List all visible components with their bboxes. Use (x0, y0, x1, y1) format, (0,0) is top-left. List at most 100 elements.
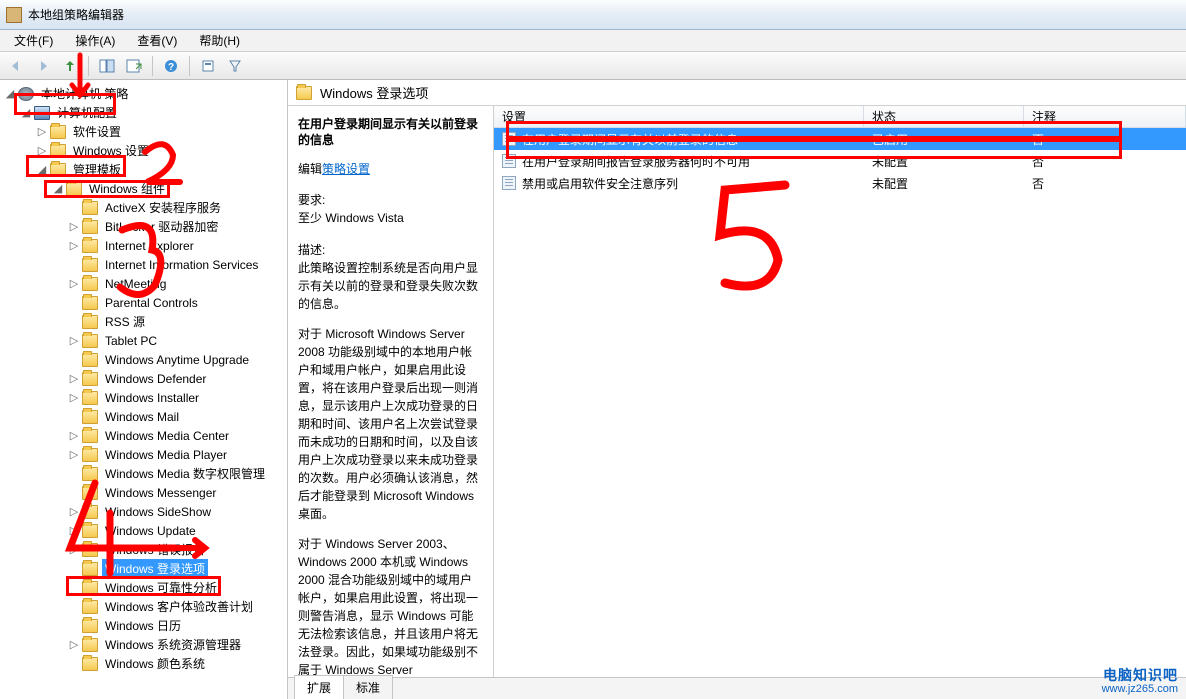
chevron-down-icon[interactable]: ◢ (20, 106, 32, 119)
tree-item[interactable]: ▷Tablet PC (2, 331, 285, 350)
chevron-right-icon[interactable]: ▷ (68, 277, 80, 290)
tree-item[interactable]: Windows Mail (2, 407, 285, 426)
watermark-line1: 电脑知识吧 (1102, 668, 1178, 683)
req-label: 要求: (298, 191, 483, 209)
tree-item[interactable]: Windows 日历 (2, 616, 285, 635)
policy-item-icon (502, 132, 516, 146)
tree-item[interactable]: ▷ Windows 设置 (2, 141, 285, 160)
forward-button[interactable] (31, 55, 55, 77)
cell-setting: 在用户登录期间报告登录服务器何时不可用 (494, 153, 864, 170)
tree-item[interactable]: Windows Messenger (2, 483, 285, 502)
tree-item[interactable]: ActiveX 安装程序服务 (2, 198, 285, 217)
folder-icon (82, 277, 98, 291)
list-row[interactable]: 禁用或启用软件安全注意序列未配置否 (494, 172, 1186, 194)
menu-help[interactable]: 帮助(H) (189, 30, 250, 51)
menu-view[interactable]: 查看(V) (127, 30, 187, 51)
description: 描述: 此策略设置控制系统是否向用户显示有关以前的登录和登录失败次数的信息。 对… (298, 241, 483, 677)
chevron-right-icon[interactable]: ▷ (68, 524, 80, 537)
chevron-down-icon[interactable]: ◢ (4, 87, 16, 100)
chevron-right-icon[interactable]: ▷ (68, 505, 80, 518)
detail-column: 在用户登录期间显示有关以前登录的信息 编辑策略设置 要求: 至少 Windows… (288, 106, 494, 677)
filter-button[interactable] (223, 55, 247, 77)
chevron-down-icon[interactable]: ◢ (52, 182, 64, 195)
cell-comment: 否 (1024, 153, 1186, 170)
tree-item[interactable]: Internet Information Services (2, 255, 285, 274)
tree-label: RSS 源 (102, 312, 148, 331)
tree-item[interactable]: ▷ Windows Defender (2, 369, 285, 388)
tree-item[interactable]: ▷Windows Update (2, 521, 285, 540)
chevron-right-icon[interactable]: ▷ (68, 372, 80, 385)
tree-label: Windows 客户体验改善计划 (102, 597, 256, 616)
tree-item[interactable]: Windows 登录选项 (2, 559, 285, 578)
tree-item[interactable]: ▷ Windows Media Center (2, 426, 285, 445)
tree-label: 管理模板 (70, 160, 124, 179)
tree-item[interactable]: ▷ 软件设置 (2, 122, 285, 141)
toolbar-separator (88, 56, 89, 76)
col-setting[interactable]: 设置 (494, 106, 864, 127)
list-row[interactable]: 在用户登录期间报告登录服务器何时不可用未配置否 (494, 150, 1186, 172)
tree-label: Windows Media Center (102, 428, 232, 444)
folder-icon (66, 182, 82, 196)
tree-root[interactable]: ◢ 本地计算机 策略 (2, 84, 285, 103)
chevron-right-icon[interactable]: ▷ (68, 334, 80, 347)
export-list-button[interactable] (122, 55, 146, 77)
tree-item[interactable]: ▷BitLocker 驱动器加密 (2, 217, 285, 236)
folder-icon (82, 372, 98, 386)
tree-item[interactable]: Windows 可靠性分析 (2, 578, 285, 597)
list-body[interactable]: 在用户登录期间显示有关以前登录的信息已启用否在用户登录期间报告登录服务器何时不可… (494, 128, 1186, 677)
chevron-right-icon[interactable]: ▷ (36, 125, 48, 138)
tree: ◢ 本地计算机 策略 ◢ 计算机配置 ▷ 软件设置 ▷ Windows 设置 ◢ (0, 80, 287, 677)
folder-icon (82, 562, 98, 576)
tree-item[interactable]: Windows 客户体验改善计划 (2, 597, 285, 616)
folder-icon (82, 600, 98, 614)
chevron-right-icon[interactable]: ▷ (68, 638, 80, 651)
tree-item[interactable]: Windows 颜色系统 (2, 654, 285, 673)
menu-action[interactable]: 操作(A) (65, 30, 125, 51)
chevron-right-icon[interactable]: ▷ (68, 448, 80, 461)
tree-item[interactable]: ▷Windows Media Player (2, 445, 285, 464)
tree-item[interactable]: ▷ Windows Installer (2, 388, 285, 407)
tree-item[interactable]: Windows Media 数字权限管理 (2, 464, 285, 483)
tree-item[interactable]: ▷ Windows 错误报告 (2, 540, 285, 559)
folder-icon (82, 296, 98, 310)
properties-button[interactable] (196, 55, 220, 77)
cell-setting-text: 在用户登录期间显示有关以前登录的信息 (522, 131, 738, 148)
up-button[interactable] (58, 55, 82, 77)
tree-pane[interactable]: ◢ 本地计算机 策略 ◢ 计算机配置 ▷ 软件设置 ▷ Windows 设置 ◢ (0, 80, 288, 699)
chevron-right-icon[interactable]: ▷ (68, 220, 80, 233)
tree-item[interactable]: ▷Internet Explorer (2, 236, 285, 255)
tree-item[interactable]: RSS 源 (2, 312, 285, 331)
help-button[interactable]: ? (159, 55, 183, 77)
col-state[interactable]: 状态 (864, 106, 1024, 127)
chevron-right-icon[interactable]: ▷ (68, 239, 80, 252)
cell-setting: 禁用或启用软件安全注意序列 (494, 175, 864, 192)
show-hide-tree-button[interactable] (95, 55, 119, 77)
tree-label: Windows Installer (102, 390, 202, 406)
tab-extended[interactable]: 扩展 (294, 675, 344, 699)
chevron-right-icon[interactable]: ▷ (68, 429, 80, 442)
tree-label: Windows Defender (102, 371, 209, 387)
chevron-down-icon[interactable]: ◢ (36, 163, 48, 176)
tree-computer-config[interactable]: ◢ 计算机配置 (2, 103, 285, 122)
tree-item[interactable]: ▷Windows SideShow (2, 502, 285, 521)
folder-icon (82, 201, 98, 215)
chevron-right-icon[interactable]: ▷ (68, 391, 80, 404)
chevron-right-icon[interactable]: ▷ (68, 543, 80, 556)
tree-item[interactable]: ▷NetMeeting (2, 274, 285, 293)
menu-file[interactable]: 文件(F) (4, 30, 63, 51)
tree-item[interactable]: Windows Anytime Upgrade (2, 350, 285, 369)
window-title: 本地组策略编辑器 (28, 6, 124, 23)
tree-admin-templates[interactable]: ◢ 管理模板 (2, 160, 285, 179)
tree-windows-components[interactable]: ◢ Windows 组件 (2, 179, 285, 198)
col-comment[interactable]: 注释 (1024, 106, 1186, 127)
app-icon (6, 7, 22, 23)
tab-standard[interactable]: 标准 (343, 675, 393, 699)
edit-policy-link[interactable]: 策略设置 (322, 162, 370, 176)
tree-item[interactable]: ▷Windows 系统资源管理器 (2, 635, 285, 654)
list-row[interactable]: 在用户登录期间显示有关以前登录的信息已启用否 (494, 128, 1186, 150)
back-button[interactable] (4, 55, 28, 77)
tree-label: 本地计算机 策略 (38, 84, 131, 103)
chevron-right-icon[interactable]: ▷ (36, 144, 48, 157)
tree-label: Windows 错误报告 (102, 540, 208, 559)
tree-item[interactable]: Parental Controls (2, 293, 285, 312)
